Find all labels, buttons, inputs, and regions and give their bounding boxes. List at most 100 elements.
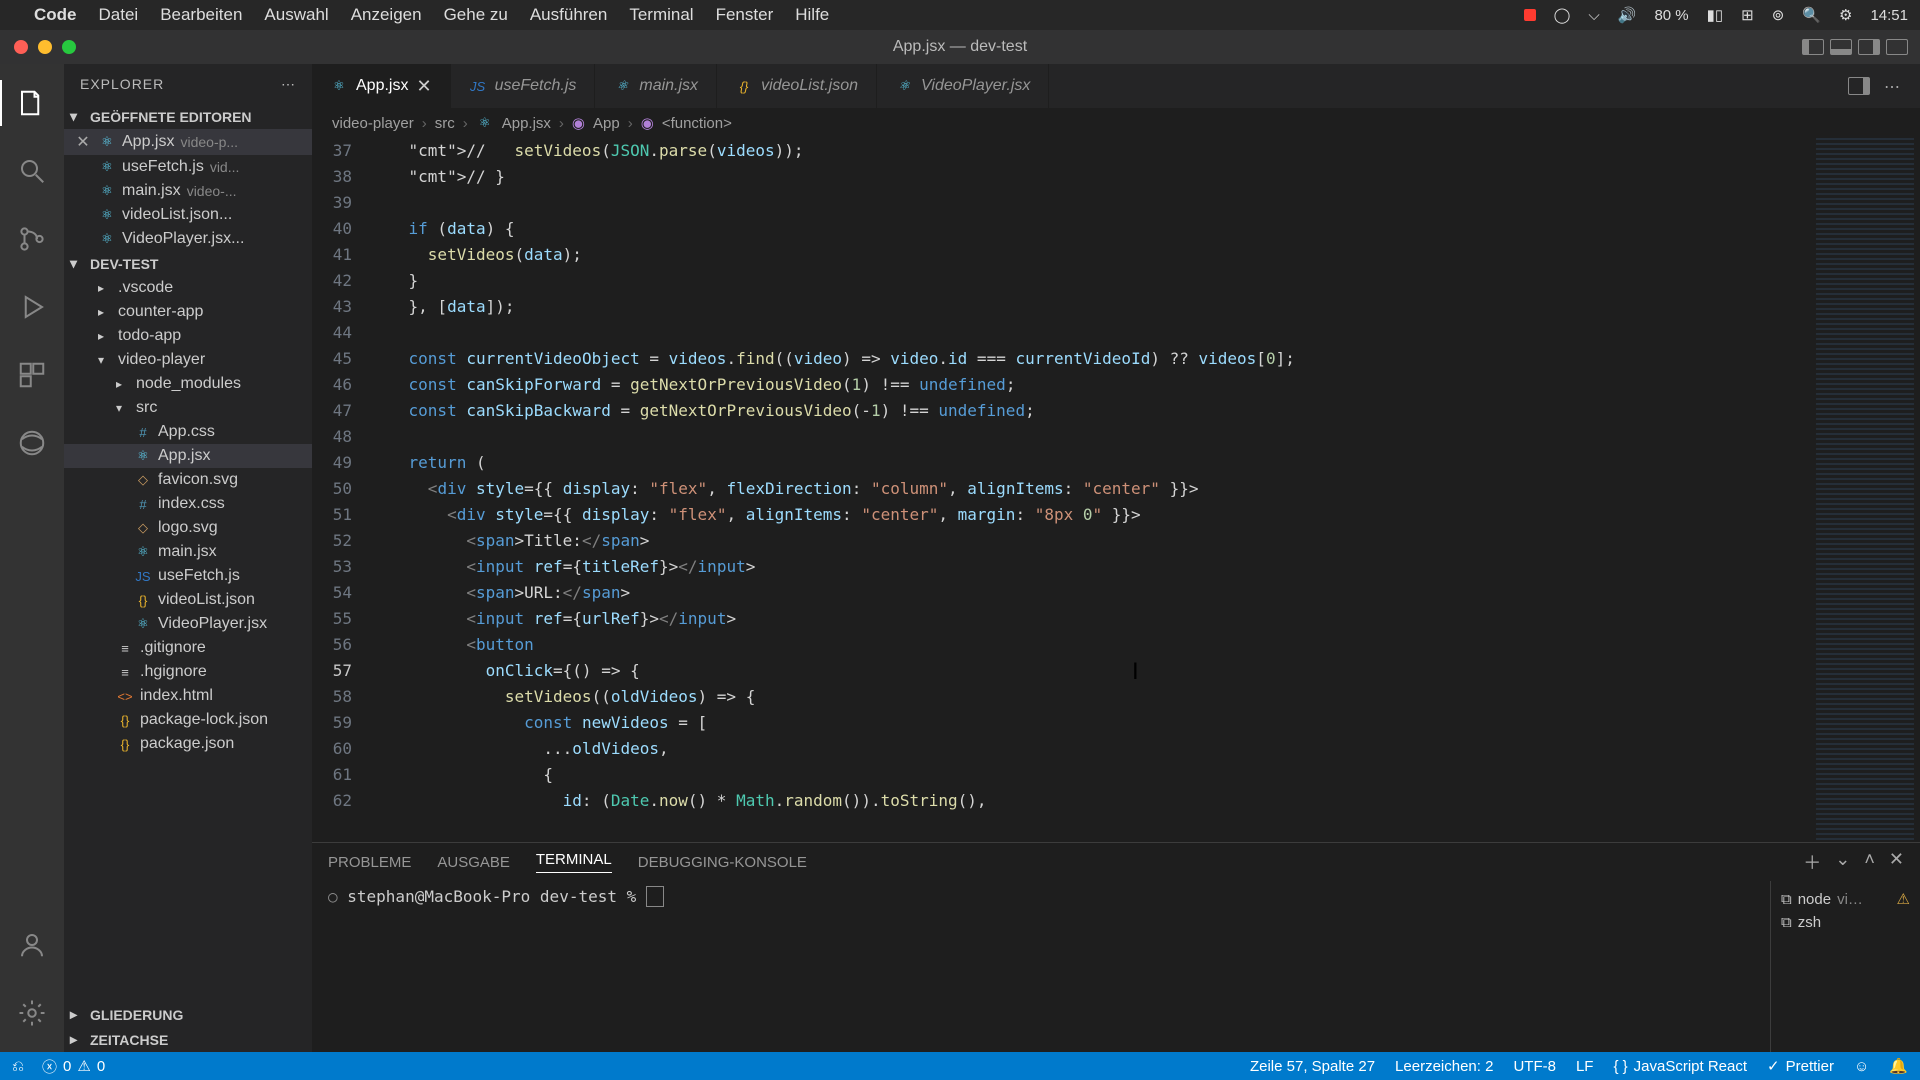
menu-edit[interactable]: Bearbeiten xyxy=(160,5,242,25)
file-item[interactable]: ⚛App.jsx xyxy=(64,444,312,468)
file-icon: ≡ xyxy=(116,639,134,657)
editor[interactable]: 3738394041424344454647484950515253545556… xyxy=(312,138,1920,842)
extensions-activity-icon[interactable] xyxy=(0,348,64,402)
breadcrumb[interactable]: video-player› src› ⚛ App.jsx› ◉ App› ◉ <… xyxy=(312,108,1920,138)
open-editor-item[interactable]: ⚛useFetch.js vid... xyxy=(64,155,312,179)
warning-icon: ⚠ xyxy=(77,1057,90,1075)
tray-icon-2[interactable]: ⊞ xyxy=(1741,6,1754,24)
file-item[interactable]: {}videoList.json xyxy=(64,588,312,612)
minimize-window-icon[interactable] xyxy=(38,40,52,54)
folder-item[interactable]: counter-app xyxy=(64,300,312,324)
menu-window[interactable]: Fenster xyxy=(716,5,774,25)
terminal[interactable]: ○ stephan@MacBook-Pro dev-test % xyxy=(312,881,1770,1052)
close-panel-icon[interactable]: ✕ xyxy=(1889,849,1904,875)
file-item[interactable]: ⚛VideoPlayer.jsx xyxy=(64,612,312,636)
folder-item[interactable]: todo-app xyxy=(64,324,312,348)
status-prettier[interactable]: ✓Prettier xyxy=(1767,1057,1834,1075)
file-icon: {} xyxy=(134,591,152,609)
feedback-icon[interactable]: ☺ xyxy=(1854,1058,1869,1075)
status-language[interactable]: { }JavaScript React xyxy=(1613,1058,1747,1075)
menu-file[interactable]: Datei xyxy=(99,5,139,25)
toggle-panel-icon[interactable] xyxy=(1830,39,1852,55)
menu-terminal[interactable]: Terminal xyxy=(629,5,693,25)
split-editor-icon[interactable] xyxy=(1848,77,1870,95)
wifi-icon[interactable]: ⊚ xyxy=(1772,6,1785,24)
file-item[interactable]: ⚛main.jsx xyxy=(64,540,312,564)
menu-goto[interactable]: Gehe zu xyxy=(444,5,508,25)
file-item[interactable]: {}package-lock.json xyxy=(64,708,312,732)
file-item[interactable]: ◇logo.svg xyxy=(64,516,312,540)
timeline-section[interactable]: ▸ ZEITACHSE xyxy=(64,1027,312,1052)
panel-tab-problems[interactable]: PROBLEME xyxy=(328,854,411,871)
status-indent[interactable]: Leerzeichen: 2 xyxy=(1395,1058,1493,1075)
status-eol[interactable]: LF xyxy=(1576,1058,1594,1075)
tab-more-icon[interactable]: ⋯ xyxy=(1884,77,1906,95)
explorer-activity-icon[interactable] xyxy=(0,76,64,130)
maximize-panel-icon[interactable]: ˄ xyxy=(1864,849,1875,875)
file-item[interactable]: #App.css xyxy=(64,420,312,444)
customize-layout-icon[interactable] xyxy=(1886,39,1908,55)
folder-item[interactable]: video-player xyxy=(64,348,312,372)
tray-icon[interactable]: ◯ xyxy=(1554,6,1571,24)
open-editor-item[interactable]: ⚛main.jsx video-... xyxy=(64,179,312,203)
terminal-session[interactable]: ⧉ node vi… ⚠ xyxy=(1781,887,1910,911)
file-item[interactable]: <>index.html xyxy=(64,684,312,708)
open-editors-section[interactable]: ▾ GEÖFFNETE EDITOREN xyxy=(64,104,312,129)
close-window-icon[interactable] xyxy=(14,40,28,54)
editor-tab[interactable]: ⚛VideoPlayer.jsx xyxy=(877,64,1049,108)
file-item[interactable]: {}package.json xyxy=(64,732,312,756)
file-item[interactable]: ≡.hgignore xyxy=(64,660,312,684)
bell-icon[interactable]: 🔔 xyxy=(1889,1057,1908,1075)
search-icon[interactable]: 🔍 xyxy=(1802,6,1821,24)
more-icon[interactable]: ⋯ xyxy=(281,76,296,93)
folder-item[interactable]: .vscode xyxy=(64,276,312,300)
panel-tab-debug[interactable]: DEBUGGING-KONSOLE xyxy=(638,854,807,871)
close-editor-icon[interactable]: ✕ xyxy=(74,132,92,152)
workspace-section[interactable]: ▾ DEV-TEST xyxy=(64,251,312,276)
terminal-session[interactable]: ⧉ zsh xyxy=(1781,911,1910,934)
remote-activity-icon[interactable] xyxy=(0,416,64,470)
folder-item[interactable]: src xyxy=(64,396,312,420)
close-tab-icon[interactable]: ✕ xyxy=(416,76,431,97)
menu-selection[interactable]: Auswahl xyxy=(264,5,328,25)
menu-run[interactable]: Ausführen xyxy=(530,5,608,25)
minimap[interactable] xyxy=(1810,138,1920,842)
editor-tab[interactable]: ⚛main.jsx xyxy=(595,64,717,108)
debug-activity-icon[interactable] xyxy=(0,280,64,334)
file-item[interactable]: ◇favicon.svg xyxy=(64,468,312,492)
open-editor-item[interactable]: ⚛VideoPlayer.jsx... xyxy=(64,227,312,251)
file-item[interactable]: ≡.gitignore xyxy=(64,636,312,660)
zoom-window-icon[interactable] xyxy=(62,40,76,54)
status-encoding[interactable]: UTF-8 xyxy=(1513,1058,1556,1075)
control-center-icon[interactable]: ⚙ xyxy=(1839,6,1852,24)
open-editor-item[interactable]: ✕⚛App.jsx video-p... xyxy=(64,129,312,155)
terminal-dropdown-icon[interactable]: ⌄ xyxy=(1835,849,1850,875)
menu-view[interactable]: Anzeigen xyxy=(351,5,422,25)
new-terminal-icon[interactable]: ＋ xyxy=(1803,849,1821,875)
toggle-secondary-sidebar-icon[interactable] xyxy=(1858,39,1880,55)
outline-section[interactable]: ▸ GLIEDERUNG xyxy=(64,1002,312,1027)
editor-tab[interactable]: ⚛App.jsx✕ xyxy=(312,64,451,108)
accounts-icon[interactable] xyxy=(0,918,64,972)
settings-gear-icon[interactable] xyxy=(0,986,64,1040)
status-problems[interactable]: ⓧ0 ⚠0 xyxy=(42,1056,105,1077)
folder-item[interactable]: node_modules xyxy=(64,372,312,396)
editor-tab[interactable]: JSuseFetch.js xyxy=(451,64,596,108)
status-cursor[interactable]: Zeile 57, Spalte 27 xyxy=(1250,1058,1375,1075)
record-icon[interactable] xyxy=(1524,9,1536,21)
volume-icon[interactable]: 🔊 xyxy=(1618,6,1637,24)
file-item[interactable]: #index.css xyxy=(64,492,312,516)
menu-app[interactable]: Code xyxy=(34,5,77,25)
panel-tab-output[interactable]: AUSGABE xyxy=(437,854,510,871)
bluetooth-icon[interactable]: ⌵ xyxy=(1588,7,1599,24)
panel-tab-terminal[interactable]: TERMINAL xyxy=(536,851,612,873)
menu-help[interactable]: Hilfe xyxy=(795,5,829,25)
open-editor-item[interactable]: ⚛videoList.json... xyxy=(64,203,312,227)
clock[interactable]: 14:51 xyxy=(1870,7,1908,24)
scm-activity-icon[interactable] xyxy=(0,212,64,266)
status-remote[interactable]: ⎌ xyxy=(12,1058,24,1075)
search-activity-icon[interactable] xyxy=(0,144,64,198)
editor-tab[interactable]: {}videoList.json xyxy=(717,64,877,108)
file-item[interactable]: JSuseFetch.js xyxy=(64,564,312,588)
toggle-primary-sidebar-icon[interactable] xyxy=(1802,39,1824,55)
